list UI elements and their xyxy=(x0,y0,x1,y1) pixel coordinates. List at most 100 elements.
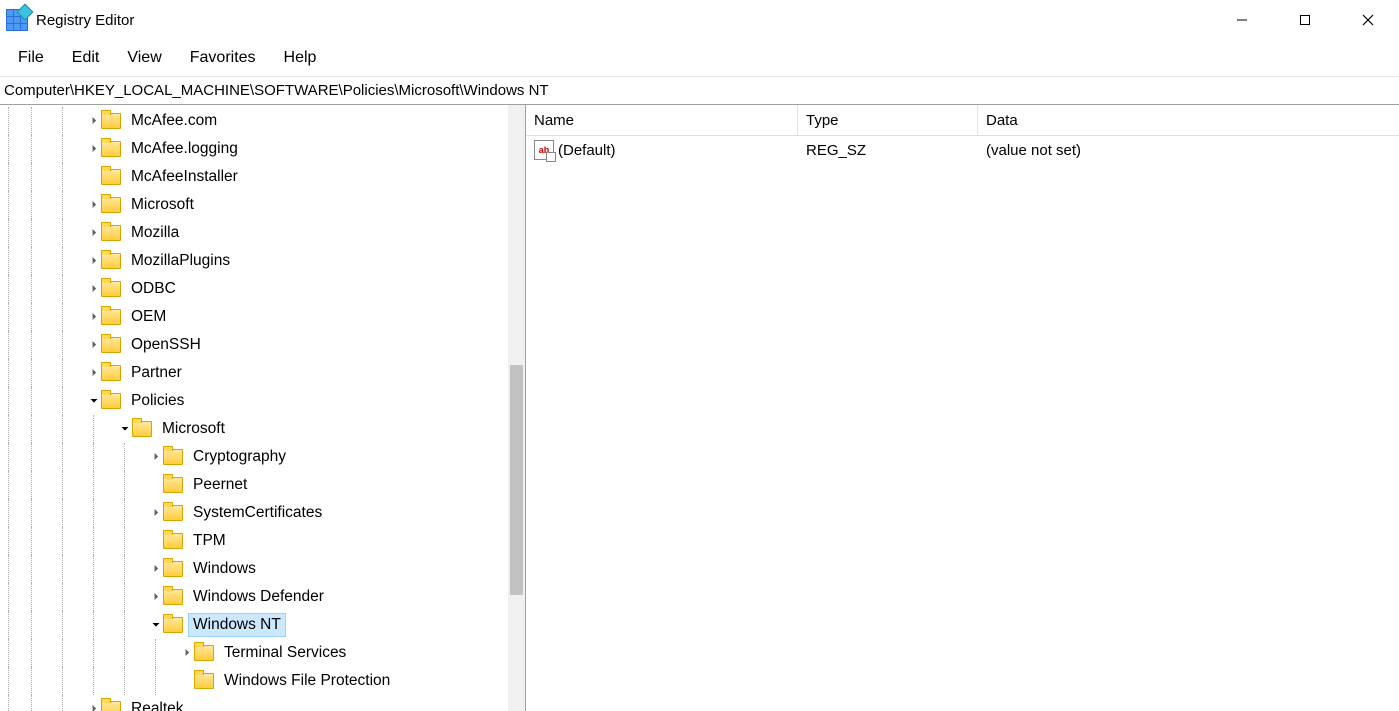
tree-node[interactable]: ⏵ OEM xyxy=(0,303,525,331)
folder-icon xyxy=(101,393,121,409)
minimize-button[interactable] xyxy=(1210,0,1273,40)
folder-icon xyxy=(101,225,121,241)
value-type: REG_SZ xyxy=(798,142,978,159)
chevron-right-icon[interactable]: ⏵ xyxy=(87,312,101,323)
tree-node[interactable]: Windows File Protection xyxy=(0,667,525,695)
tree-node-label[interactable]: Realtek xyxy=(127,698,188,711)
maximize-button[interactable] xyxy=(1273,0,1336,40)
tree-node-label[interactable]: Peernet xyxy=(189,474,251,496)
tree-node[interactable]: Peernet xyxy=(0,471,525,499)
tree-node-label[interactable]: Microsoft xyxy=(127,194,198,216)
column-header-name[interactable]: Name xyxy=(526,105,798,135)
tree-node-label[interactable]: Partner xyxy=(127,362,186,384)
folder-icon xyxy=(101,253,121,269)
chevron-right-icon[interactable]: ⏵ xyxy=(87,284,101,295)
folder-icon xyxy=(101,141,121,157)
tree-node-label[interactable]: Microsoft xyxy=(158,418,229,440)
chevron-right-icon[interactable]: ⏵ xyxy=(149,592,163,603)
chevron-right-icon[interactable]: ⏵ xyxy=(87,368,101,379)
chevron-down-icon[interactable]: ⏷ xyxy=(149,620,163,631)
folder-icon xyxy=(101,169,121,185)
tree-node[interactable]: ⏵ Windows Defender xyxy=(0,583,525,611)
folder-icon xyxy=(194,645,214,661)
column-header-data[interactable]: Data xyxy=(978,105,1399,135)
folder-icon xyxy=(194,673,214,689)
folder-icon xyxy=(163,589,183,605)
tree-node[interactable]: ⏷ Microsoft xyxy=(0,415,525,443)
tree-node-label[interactable]: McAfeeInstaller xyxy=(127,166,242,188)
menubar: File Edit View Favorites Help xyxy=(0,40,1399,76)
chevron-right-icon[interactable]: ⏵ xyxy=(149,564,163,575)
tree-node[interactable]: ⏵ Mozilla xyxy=(0,219,525,247)
tree-node-label[interactable]: Terminal Services xyxy=(220,642,350,664)
values-header: Name Type Data xyxy=(526,105,1399,136)
tree-node[interactable]: ⏵ OpenSSH xyxy=(0,331,525,359)
tree-node-label[interactable]: OpenSSH xyxy=(127,334,205,356)
chevron-right-icon[interactable]: ⏵ xyxy=(87,256,101,267)
folder-icon xyxy=(101,337,121,353)
tree-node-label[interactable]: ODBC xyxy=(127,278,180,300)
tree-node-label[interactable]: OEM xyxy=(127,306,170,328)
tree-node-label[interactable]: Windows xyxy=(189,558,260,580)
values-pane: Name Type Data ab(Default)REG_SZ(value n… xyxy=(526,105,1399,711)
chevron-right-icon[interactable]: ⏵ xyxy=(87,340,101,351)
tree-node[interactable]: ⏷ Windows NT xyxy=(0,611,525,639)
tree-node-label[interactable]: SystemCertificates xyxy=(189,502,326,524)
tree-node[interactable]: ⏵ Terminal Services xyxy=(0,639,525,667)
menu-edit[interactable]: Edit xyxy=(60,45,112,71)
value-row[interactable]: ab(Default)REG_SZ(value not set) xyxy=(526,136,1399,164)
tree-node-label[interactable]: Cryptography xyxy=(189,446,290,468)
window-controls xyxy=(1210,0,1399,40)
folder-icon xyxy=(101,365,121,381)
chevron-down-icon[interactable]: ⏷ xyxy=(87,396,101,407)
menu-file[interactable]: File xyxy=(6,45,56,71)
tree-node[interactable]: ⏵ Realtek xyxy=(0,695,525,711)
values-list[interactable]: ab(Default)REG_SZ(value not set) xyxy=(526,136,1399,711)
chevron-right-icon[interactable]: ⏵ xyxy=(149,452,163,463)
tree-node[interactable]: ⏵ Partner xyxy=(0,359,525,387)
tree-node[interactable]: ⏵ Microsoft xyxy=(0,191,525,219)
column-header-type[interactable]: Type xyxy=(798,105,978,135)
chevron-right-icon[interactable]: ⏵ xyxy=(87,200,101,211)
tree-node-label[interactable]: Windows File Protection xyxy=(220,670,394,692)
folder-icon xyxy=(163,449,183,465)
menu-help[interactable]: Help xyxy=(272,45,329,71)
close-button[interactable] xyxy=(1336,0,1399,40)
menu-favorites[interactable]: Favorites xyxy=(178,45,268,71)
window-title: Registry Editor xyxy=(36,12,134,29)
registry-tree[interactable]: ⏵ McAfee.com ⏵ McAfee.logging McAfeeInstalle… xyxy=(0,105,525,711)
tree-node[interactable]: McAfeeInstaller xyxy=(0,163,525,191)
folder-icon xyxy=(101,197,121,213)
value-data: (value not set) xyxy=(978,142,1399,159)
address-bar[interactable]: Computer\HKEY_LOCAL_MACHINE\SOFTWARE\Pol… xyxy=(0,76,1399,105)
chevron-right-icon[interactable]: ⏵ xyxy=(180,648,194,659)
folder-icon xyxy=(163,561,183,577)
tree-node-label[interactable]: MozillaPlugins xyxy=(127,250,234,272)
chevron-right-icon[interactable]: ⏵ xyxy=(87,116,101,127)
tree-node[interactable]: ⏵ Windows xyxy=(0,555,525,583)
tree-node[interactable]: ⏵ McAfee.logging xyxy=(0,135,525,163)
tree-scrollbar-thumb[interactable] xyxy=(510,365,523,595)
tree-node[interactable]: ⏵ MozillaPlugins xyxy=(0,247,525,275)
menu-view[interactable]: View xyxy=(115,45,173,71)
tree-node-label[interactable]: McAfee.com xyxy=(127,110,221,132)
tree-node-label[interactable]: Policies xyxy=(127,390,188,412)
tree-node[interactable]: ⏵ McAfee.com xyxy=(0,107,525,135)
tree-node-label[interactable]: TPM xyxy=(189,530,230,552)
chevron-right-icon[interactable]: ⏵ xyxy=(87,704,101,711)
folder-icon xyxy=(163,477,183,493)
tree-node[interactable]: ⏷ Policies xyxy=(0,387,525,415)
tree-node[interactable]: ⏵ ODBC xyxy=(0,275,525,303)
tree-node-label[interactable]: Mozilla xyxy=(127,222,183,244)
tree-node-label[interactable]: Windows NT xyxy=(189,614,285,636)
tree-node[interactable]: ⏵ SystemCertificates xyxy=(0,499,525,527)
tree-node-label[interactable]: McAfee.logging xyxy=(127,138,242,160)
chevron-right-icon[interactable]: ⏵ xyxy=(149,508,163,519)
tree-scrollbar[interactable] xyxy=(508,105,525,711)
chevron-down-icon[interactable]: ⏷ xyxy=(118,424,132,435)
chevron-right-icon[interactable]: ⏵ xyxy=(87,228,101,239)
chevron-right-icon[interactable]: ⏵ xyxy=(87,144,101,155)
tree-node[interactable]: TPM xyxy=(0,527,525,555)
tree-node-label[interactable]: Windows Defender xyxy=(189,586,328,608)
tree-node[interactable]: ⏵ Cryptography xyxy=(0,443,525,471)
